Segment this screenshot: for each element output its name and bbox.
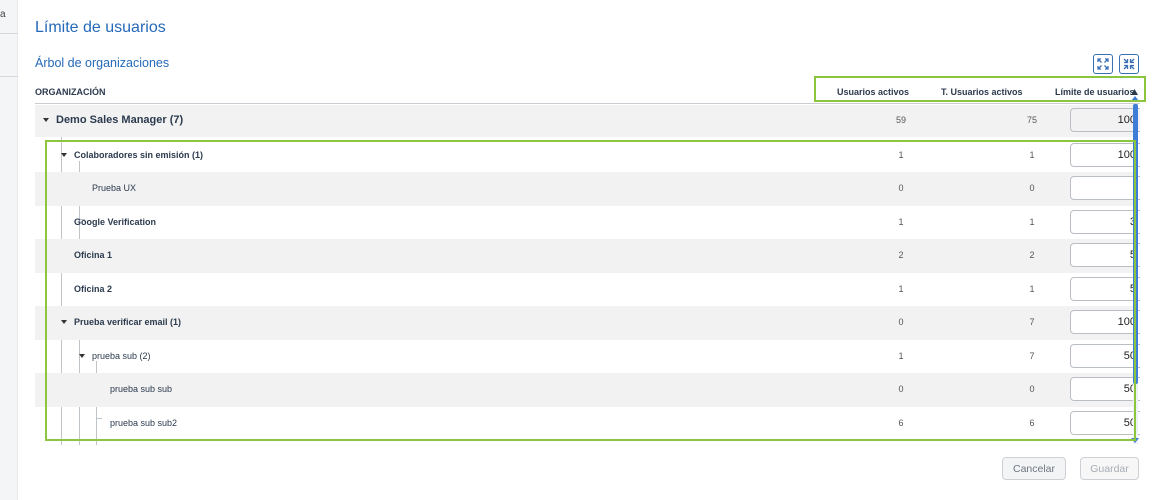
main-panel: Límite de usuarios Árbol de organizacion… [18,0,1153,500]
save-button[interactable]: Guardar [1080,457,1139,480]
column-header-organization[interactable]: ORGANIZACIÓN [35,87,106,97]
total-active-users-value: 75 [1026,115,1037,125]
org-name-cell: Demo Sales Manager (7) [43,105,183,135]
org-name: Demo Sales Manager (7) [56,114,184,126]
sidebar-divider [0,33,18,34]
expand-icon [1097,58,1109,70]
active-users-value: 59 [895,115,906,125]
sidebar-strip: a [0,0,18,500]
sidebar-text-fragment: a [0,9,6,20]
collapse-icon [1123,58,1135,70]
highlight-frame-rows [45,140,1136,441]
collapse-caret-icon[interactable] [43,118,49,122]
cancel-button[interactable]: Cancelar [1002,457,1066,480]
page-title: Límite de usuarios [35,19,166,36]
section-title: Árbol de organizaciones [35,56,170,70]
collapse-all-button[interactable] [1119,54,1139,74]
expand-all-button[interactable] [1093,54,1113,74]
sidebar-divider [0,76,18,77]
table-row[interactable]: Demo Sales Manager (7) 59 75 [35,105,1140,137]
highlight-frame-columns [814,76,1146,102]
user-limit-input[interactable] [1070,108,1140,132]
